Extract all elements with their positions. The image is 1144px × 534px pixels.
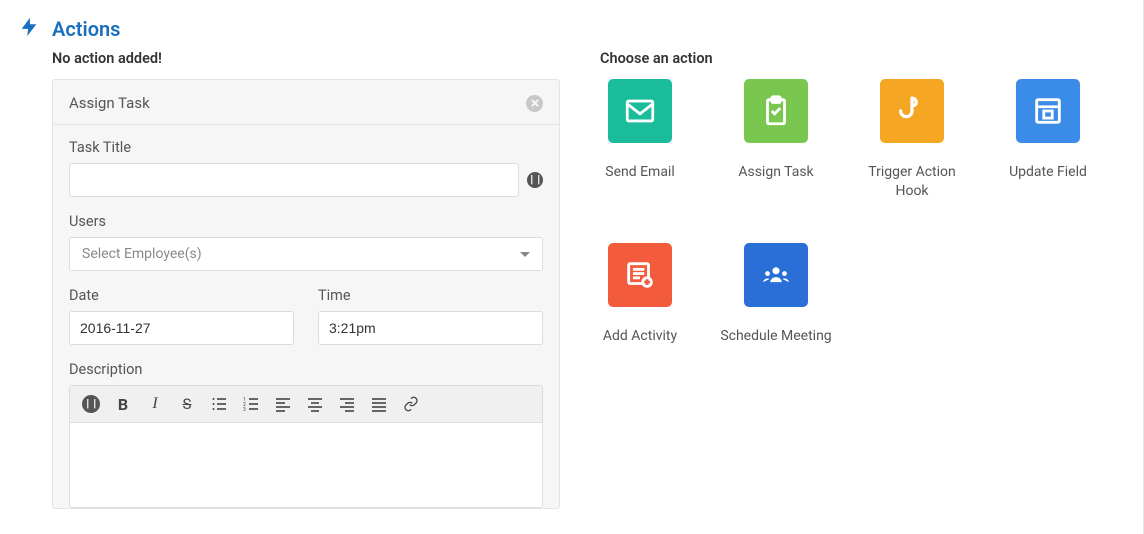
users-placeholder: Select Employee(s) [82, 246, 202, 262]
task-title-label: Task Title [69, 139, 543, 156]
action-tile-send-email[interactable]: Send Email [600, 79, 680, 201]
date-input[interactable] [69, 311, 294, 345]
close-icon[interactable] [526, 95, 543, 112]
card-header: Assign Task [53, 80, 559, 125]
users-field: Users Select Employee(s) [69, 213, 543, 271]
tile-label: Assign Task [716, 163, 836, 182]
number-list-button[interactable]: 123 [236, 390, 266, 418]
task-title-input[interactable] [69, 163, 519, 197]
hook-icon [880, 79, 944, 143]
tile-label: Add Activity [580, 327, 700, 346]
italic-button[interactable]: I [140, 390, 170, 418]
align-center-button[interactable] [300, 390, 330, 418]
window-icon [1016, 79, 1080, 143]
time-label: Time [318, 287, 543, 304]
tile-label: Send Email [580, 163, 700, 182]
page-title: Actions [52, 17, 120, 41]
clipboard-check-icon [744, 79, 808, 143]
link-button[interactable] [396, 390, 426, 418]
description-field: Description ❘❘ B I S 123 [69, 361, 543, 508]
tile-label: Update Field [988, 163, 1108, 182]
action-tile-update-field[interactable]: Update Field [1008, 79, 1088, 201]
choose-action-label: Choose an action [600, 50, 1125, 67]
tile-label: Trigger Action Hook [852, 163, 972, 201]
description-label: Description [69, 361, 543, 378]
bullet-list-button[interactable] [204, 390, 234, 418]
no-action-label: No action added! [52, 50, 560, 67]
action-tile-trigger-hook[interactable]: Trigger Action Hook [872, 79, 952, 201]
chevron-down-icon [520, 252, 530, 257]
svg-text:3: 3 [243, 407, 246, 412]
align-right-button[interactable] [332, 390, 362, 418]
list-plus-icon [608, 243, 672, 307]
page-header: Actions [0, 0, 1143, 50]
time-field: Time [318, 287, 543, 345]
right-column: Choose an action Send Email Assign Task … [600, 50, 1125, 509]
time-input[interactable] [318, 311, 543, 345]
users-label: Users [69, 213, 543, 230]
align-justify-button[interactable] [364, 390, 394, 418]
insert-tag-button[interactable]: ❘❘ [76, 390, 106, 418]
card-title: Assign Task [69, 94, 150, 112]
align-left-button[interactable] [268, 390, 298, 418]
editor-toolbar: ❘❘ B I S 123 [70, 386, 542, 423]
date-field: Date [69, 287, 294, 345]
strikethrough-button[interactable]: S [172, 390, 202, 418]
bold-button[interactable]: B [108, 390, 138, 418]
insert-tag-icon[interactable]: ❘❘ [527, 172, 543, 188]
left-column: No action added! Assign Task Task Title … [52, 50, 560, 509]
task-title-field: Task Title ❘❘ [69, 139, 543, 197]
tile-label: Schedule Meeting [716, 327, 836, 346]
date-label: Date [69, 287, 294, 304]
envelope-icon [608, 79, 672, 143]
description-editor: ❘❘ B I S 123 [69, 385, 543, 508]
lightning-icon [18, 16, 40, 42]
assign-task-card: Assign Task Task Title ❘❘ Users Select E… [52, 79, 560, 509]
people-icon [744, 243, 808, 307]
action-tile-assign-task[interactable]: Assign Task [736, 79, 816, 201]
action-tile-schedule-meeting[interactable]: Schedule Meeting [736, 243, 816, 346]
users-select[interactable]: Select Employee(s) [69, 237, 543, 271]
description-textarea[interactable] [70, 423, 542, 507]
action-tile-add-activity[interactable]: Add Activity [600, 243, 680, 346]
